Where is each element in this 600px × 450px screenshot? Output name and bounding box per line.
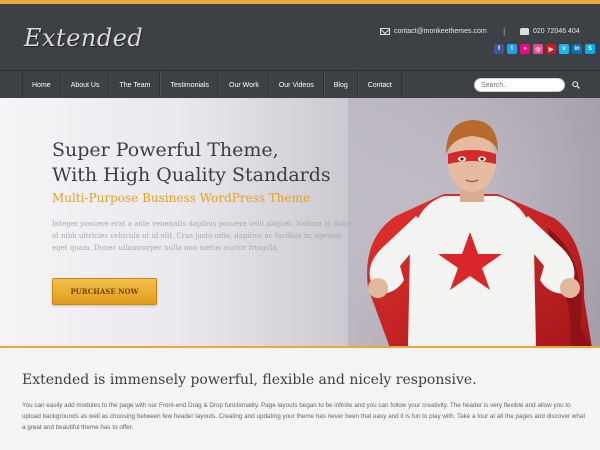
hero-banner: Super Powerful Theme, With High Quality …	[0, 98, 600, 346]
nav-item-blog[interactable]: Blog	[323, 71, 358, 99]
nav-item-the-team[interactable]: The Team	[109, 71, 161, 99]
phone-icon	[520, 28, 529, 35]
nav-item-home[interactable]: Home	[22, 71, 61, 99]
main-navbar: Home About Us The Team Testimonials Our …	[0, 70, 600, 99]
contact-email[interactable]: contact@monkeethemes.com	[380, 28, 487, 35]
intro-section: Extended is immensely powerful, flexible…	[0, 348, 600, 450]
hero-title: Super Powerful Theme, With High Quality …	[52, 138, 331, 188]
facebook-icon[interactable]: f	[494, 44, 504, 54]
social-icons: f t ● ◎ ▶ v in S	[494, 44, 595, 54]
search-icon[interactable]	[572, 81, 580, 89]
contact-separator: |	[503, 26, 506, 36]
linkedin-icon[interactable]: in	[572, 44, 582, 54]
flickr-icon[interactable]: ●	[520, 44, 530, 54]
contact-phone: 020 72046 404	[520, 28, 580, 35]
purchase-now-button[interactable]: PURCHASE NOW	[52, 278, 157, 305]
dribbble-icon[interactable]: ◎	[533, 44, 543, 54]
contact-email-text[interactable]: contact@monkeethemes.com	[394, 28, 487, 35]
nav-item-about-us[interactable]: About Us	[60, 71, 110, 99]
twitter-icon[interactable]: t	[507, 44, 517, 54]
nav-item-testimonials[interactable]: Testimonials	[160, 71, 219, 99]
nav-item-our-videos[interactable]: Our Videos	[268, 71, 324, 99]
mail-icon	[380, 28, 390, 35]
hero-body-text: Integer posuere erat a ante venenatis da…	[52, 220, 352, 252]
hero-title-line1: Super Powerful Theme,	[52, 139, 279, 161]
intro-title: Extended is immensely powerful, flexible…	[22, 372, 477, 388]
site-header: Extended contact@monkeethemes.com | 020 …	[0, 4, 600, 70]
main-nav: Home About Us The Team Testimonials Our …	[22, 71, 402, 99]
hero-title-line2: With High Quality Standards	[52, 164, 331, 186]
contact-phone-text: 020 72046 404	[533, 28, 580, 35]
nav-item-contact[interactable]: Contact	[357, 71, 402, 99]
superhero-kid-image	[348, 98, 600, 346]
youtube-icon[interactable]: ▶	[546, 44, 556, 54]
hero-subtitle: Multi-Purpose Business WordPress Theme	[52, 191, 311, 205]
vimeo-icon[interactable]: v	[559, 44, 569, 54]
site-logo[interactable]: Extended	[24, 24, 143, 52]
skype-icon[interactable]: S	[585, 44, 595, 54]
nav-item-our-work[interactable]: Our Work	[219, 71, 269, 99]
intro-body-text: You can easily add modules to the page w…	[22, 402, 586, 431]
search-input[interactable]	[474, 78, 565, 92]
